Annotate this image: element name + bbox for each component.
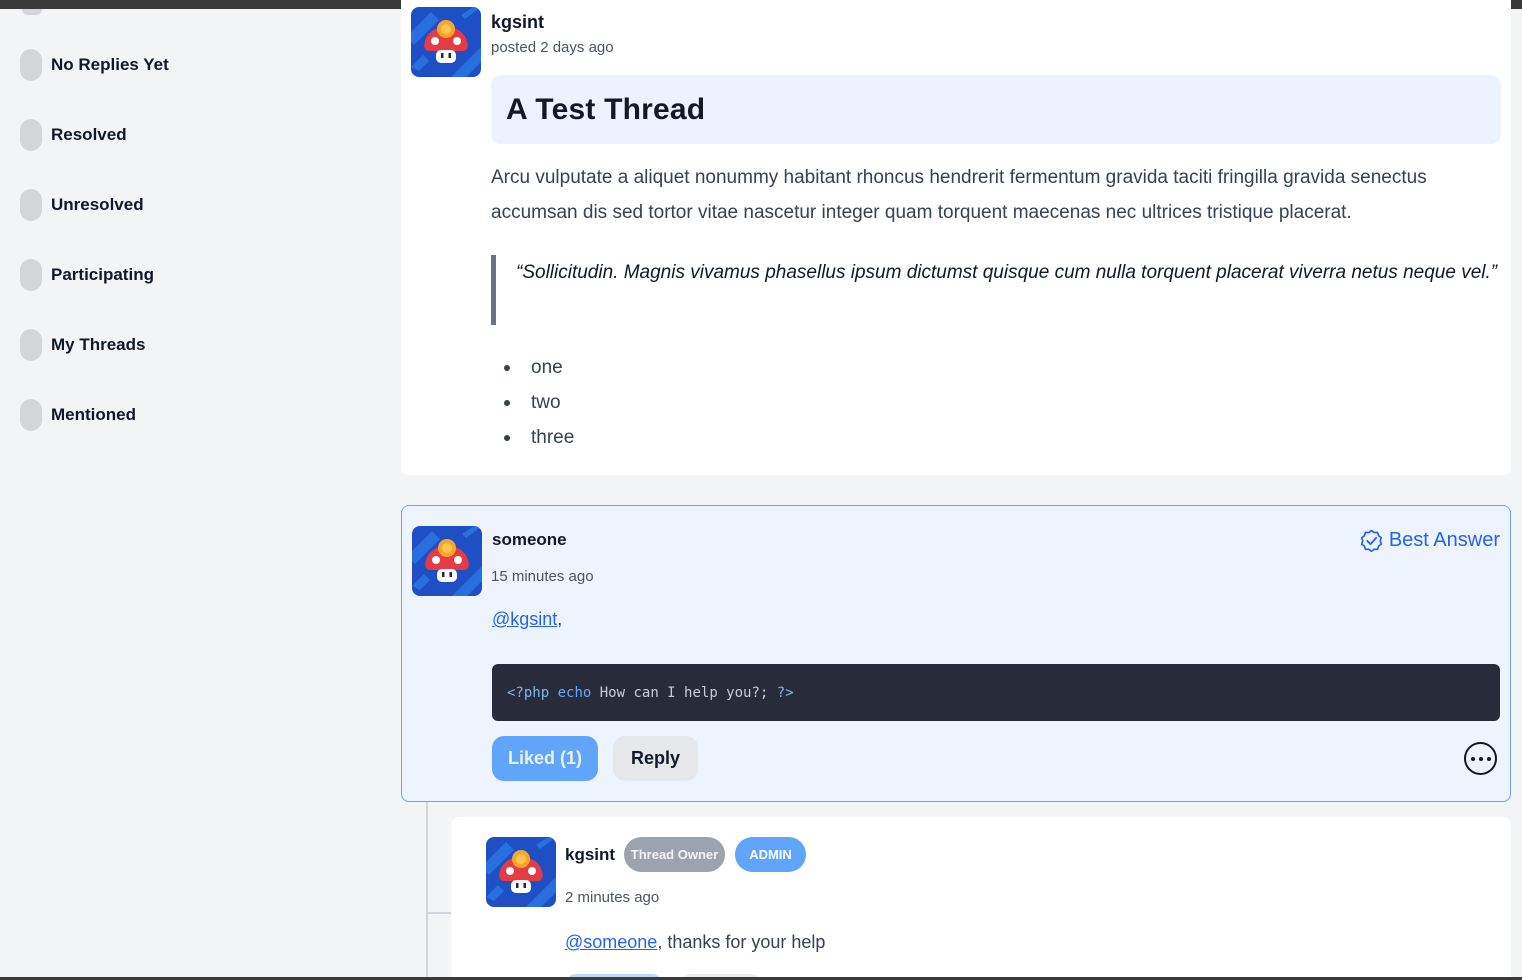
- filter-no-replies-yet[interactable]: No Replies Yet: [20, 49, 169, 81]
- filter-label: Participating: [51, 265, 154, 284]
- best-answer-reply-card: someone 15 minutes ago Best Answer @kgsi…: [401, 505, 1511, 802]
- filter-toggle-partial: [22, 9, 42, 15]
- list-item: three: [491, 420, 574, 455]
- admin-badge: ADMIN: [735, 837, 806, 872]
- thread-title: A Test Thread: [506, 92, 706, 126]
- filter-toggle[interactable]: [20, 189, 42, 221]
- list-item: two: [491, 385, 574, 420]
- ellipsis-circle-icon[interactable]: [1464, 742, 1497, 775]
- thread-list: one two three: [491, 350, 574, 455]
- filter-my-threads[interactable]: My Threads: [20, 329, 145, 361]
- mushroom-avatar-icon: [412, 526, 482, 596]
- filter-participating[interactable]: Participating: [20, 259, 154, 291]
- filter-toggle[interactable]: [20, 119, 42, 151]
- mention-suffix: ,: [557, 609, 563, 629]
- filter-mentioned[interactable]: Mentioned: [20, 399, 136, 431]
- list-item: one: [491, 350, 574, 385]
- best-answer-label: Best Answer: [1388, 529, 1500, 551]
- code-keyword: echo: [557, 684, 592, 701]
- filter-toggle[interactable]: [20, 49, 42, 81]
- filter-label: Resolved: [51, 125, 127, 144]
- nested-author-name[interactable]: kgsint: [565, 845, 615, 865]
- thread-quote: “Sollicitudin. Magnis vivamus phasellus …: [491, 255, 1501, 325]
- check-badge-icon: [1360, 529, 1382, 553]
- code-text: How can I help you?;: [599, 684, 769, 701]
- filter-label: Mentioned: [51, 405, 136, 424]
- reply-author-avatar[interactable]: [412, 526, 482, 596]
- filter-toggle[interactable]: [20, 399, 42, 431]
- author-avatar[interactable]: [411, 7, 481, 77]
- mention-link[interactable]: @someone: [565, 932, 657, 952]
- liked-button[interactable]: Liked (1): [492, 736, 598, 781]
- thread-connector-line: [426, 802, 428, 980]
- reply-time: 15 minutes ago: [491, 568, 594, 585]
- filter-label: Unresolved: [51, 195, 144, 214]
- reply-author-name[interactable]: someone: [492, 530, 567, 550]
- filter-toggle[interactable]: [20, 259, 42, 291]
- filter-toggle[interactable]: [20, 329, 42, 361]
- mention-link[interactable]: @kgsint: [492, 609, 557, 629]
- best-answer-indicator[interactable]: Best Answer: [1359, 528, 1500, 553]
- reply-body: @kgsint,: [492, 609, 562, 630]
- nested-reply-card: kgsint Thread Owner ADMIN 2 minutes ago …: [451, 817, 1511, 980]
- code-close-tag: ?>: [776, 684, 794, 701]
- nested-reply-time: 2 minutes ago: [565, 889, 660, 906]
- thread-title-box: A Test Thread: [491, 75, 1501, 144]
- filter-label: No Replies Yet: [51, 55, 169, 74]
- filter-unresolved[interactable]: Unresolved: [20, 189, 144, 221]
- posted-time: posted 2 days ago: [491, 39, 614, 56]
- thread-body: Arcu vulputate a aliquet nonummy habitan…: [491, 167, 1427, 223]
- thread-post-card: kgsint posted 2 days ago A Test Thread A…: [401, 0, 1511, 475]
- reply-button[interactable]: Reply: [613, 736, 698, 781]
- nested-reply-text: , thanks for your help: [657, 932, 826, 952]
- nested-reply-body: @someone, thanks for your help: [565, 932, 825, 953]
- author-name[interactable]: kgsint: [491, 12, 544, 33]
- code-block: <?php echo How can I help you?; ?>: [492, 664, 1500, 721]
- thread-connector-branch: [426, 912, 454, 914]
- nested-author-avatar[interactable]: [486, 837, 556, 907]
- mushroom-avatar-icon: [411, 7, 481, 77]
- filter-resolved[interactable]: Resolved: [20, 119, 127, 151]
- thread-owner-badge: Thread Owner: [624, 837, 725, 872]
- code-open-tag: <?php: [507, 684, 550, 701]
- filter-label: My Threads: [51, 335, 146, 354]
- mushroom-avatar-icon: [486, 837, 556, 907]
